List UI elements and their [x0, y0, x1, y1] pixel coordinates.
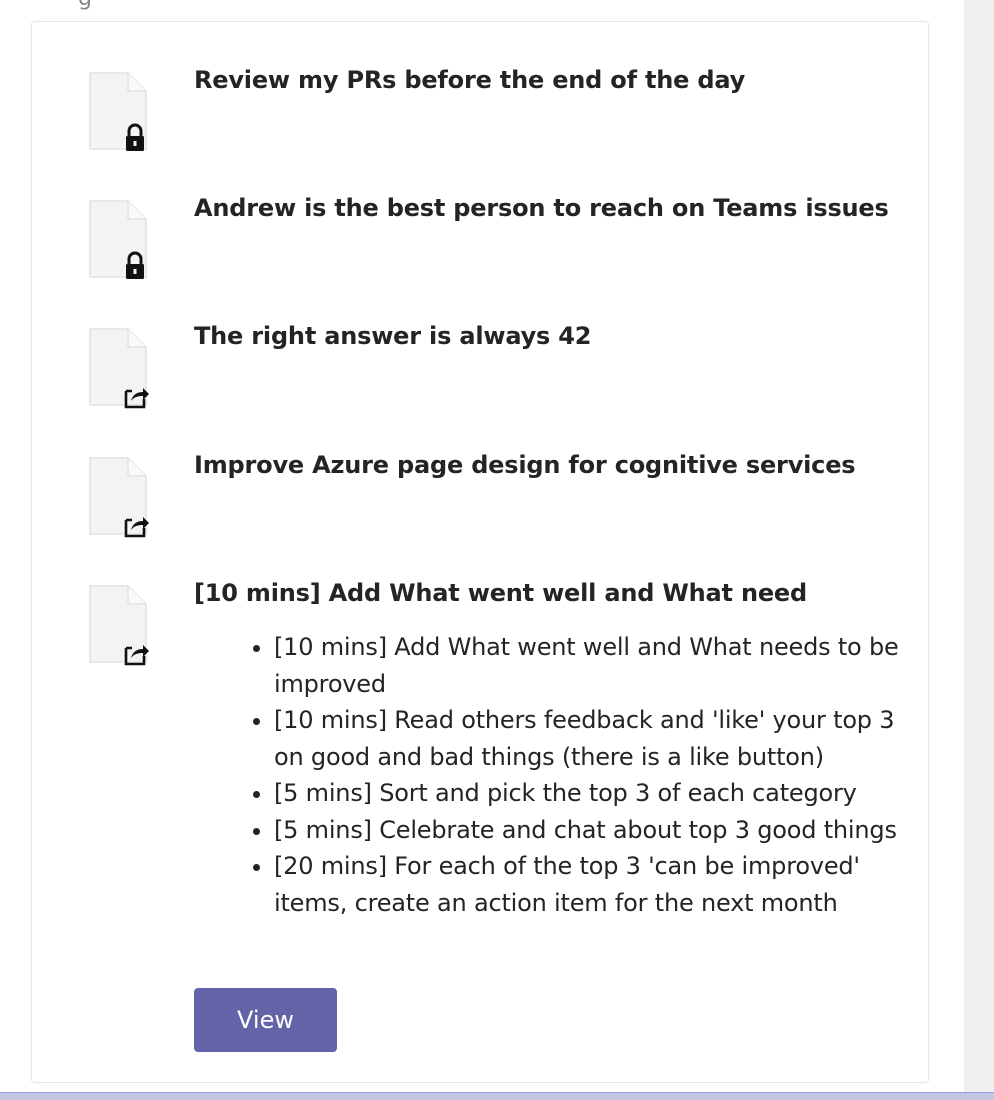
- message-card: Review my PRs before the end of the day …: [31, 21, 929, 1083]
- list-item: [10 mins] Read others feedback and 'like…: [274, 702, 914, 775]
- list-item: [5 mins] Celebrate and chat about top 3 …: [274, 812, 914, 849]
- partial-text-above: g: [78, 0, 92, 11]
- locked-document-icon: [88, 71, 152, 157]
- shared-document-icon: [88, 327, 152, 413]
- shared-document-icon: [88, 584, 152, 670]
- list-item: [5 mins] Sort and pick the top 3 of each…: [274, 775, 914, 812]
- locked-document-icon: [88, 199, 152, 285]
- compose-bar-edge: [0, 1092, 994, 1100]
- item-title[interactable]: Review my PRs before the end of the day: [194, 64, 745, 96]
- item-title[interactable]: Andrew is the best person to reach on Te…: [194, 192, 889, 224]
- item-description-list: [10 mins] Add What went well and What ne…: [194, 629, 899, 921]
- list-item: [20 mins] For each of the top 3 'can be …: [274, 848, 914, 921]
- page: g Review my PRs before the end of the da…: [0, 0, 994, 1100]
- item-title[interactable]: The right answer is always 42: [194, 320, 591, 352]
- item-title[interactable]: Improve Azure page design for cognitive …: [194, 449, 856, 481]
- shared-document-icon: [88, 456, 152, 542]
- scroll-rail: [964, 0, 994, 1100]
- item-title[interactable]: [10 mins] Add What went well and What ne…: [194, 577, 807, 609]
- list-item: [10 mins] Add What went well and What ne…: [274, 629, 914, 702]
- view-button[interactable]: View: [194, 988, 337, 1052]
